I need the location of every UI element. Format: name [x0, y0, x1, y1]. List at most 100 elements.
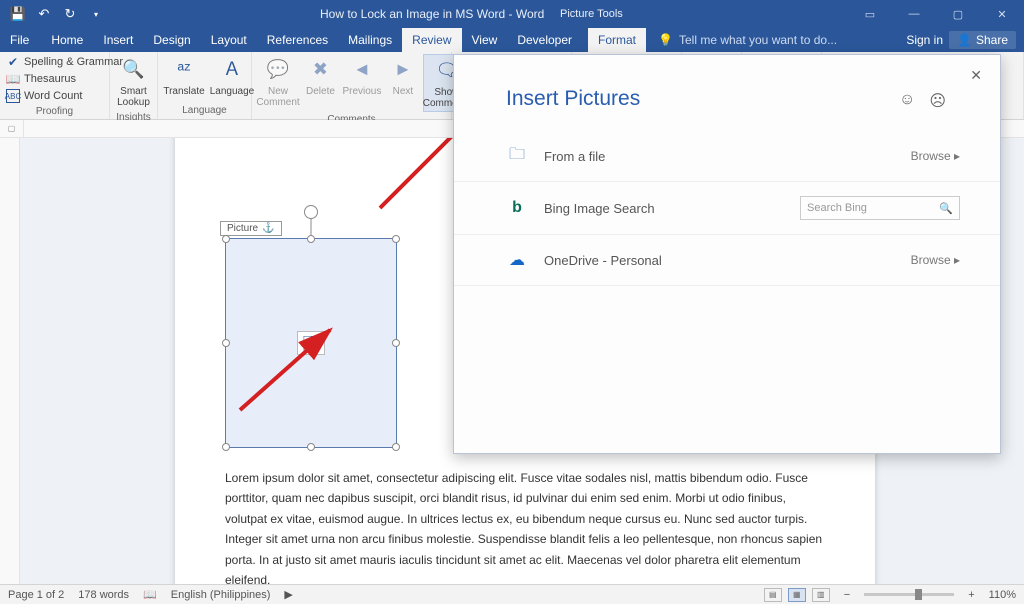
resize-handle-se[interactable]	[392, 443, 400, 451]
thesaurus-button[interactable]: 📖 Thesaurus	[4, 71, 125, 87]
resize-handle-e[interactable]	[392, 339, 400, 347]
picture-icon: 🖼	[297, 331, 325, 355]
tab-review[interactable]: Review	[402, 28, 461, 52]
picture-tag[interactable]: Picture⚓	[220, 221, 282, 236]
panel-row-from-file[interactable]: 🗀 From a file Browse ▸	[454, 131, 1000, 182]
panel-feedback-icons: ☺ ☹	[899, 91, 946, 111]
prev-icon: ◄	[348, 56, 376, 84]
smile-icon[interactable]: ☺	[899, 91, 915, 111]
resize-handle-ne[interactable]	[392, 235, 400, 243]
status-macro-icon[interactable]: ▶	[284, 588, 292, 601]
spelling-grammar-button[interactable]: ✔Spelling & Grammar	[4, 54, 125, 70]
panel-close-button[interactable]: ✕	[970, 67, 982, 84]
count-icon: ABC	[6, 89, 20, 103]
ruler-corner: ▢	[0, 120, 24, 137]
zoom-out-button[interactable]: −	[844, 589, 850, 601]
tab-home[interactable]: Home	[41, 28, 93, 52]
onedrive-label: OneDrive - Personal	[544, 253, 662, 268]
resize-handle-n[interactable]	[307, 235, 315, 243]
word-count-button[interactable]: ABCWord Count	[4, 88, 125, 104]
next-icon: ►	[389, 56, 417, 84]
tell-me-search[interactable]: 💡 Tell me what you want to do...	[658, 28, 837, 52]
close-button[interactable]: ✕	[980, 0, 1024, 28]
status-proofing-icon[interactable]: 📖	[143, 588, 157, 601]
smart-lookup-button[interactable]: 🔍Smart Lookup	[114, 54, 153, 110]
next-comment-button[interactable]: ►Next	[387, 54, 419, 99]
search-icon: 🔍	[939, 202, 953, 215]
translate-button[interactable]: ᵃᶻ Translate	[162, 54, 206, 99]
panel-row-onedrive[interactable]: ☁ OneDrive - Personal Browse ▸	[454, 235, 1000, 286]
picture-placeholder[interactable]: Picture⚓ 🖼	[225, 238, 397, 448]
tab-view[interactable]: View	[462, 28, 508, 52]
zoom-thumb[interactable]	[915, 589, 922, 600]
lightbulb-icon: 💡	[658, 33, 673, 47]
resize-handle-s[interactable]	[307, 443, 315, 451]
ribbon-display-options[interactable]: ▭	[848, 0, 892, 28]
ribbon-tabs: File Home Insert Design Layout Reference…	[0, 28, 1024, 52]
quick-access-toolbar: 💾 ↶ ↻ ▾	[0, 3, 114, 25]
maximize-button[interactable]: ▢	[936, 0, 980, 28]
zoom-slider[interactable]	[864, 593, 954, 596]
tab-file[interactable]: File	[0, 28, 39, 52]
view-web-layout[interactable]: ▥	[812, 588, 830, 602]
bing-search-placeholder: Search Bing	[807, 202, 867, 214]
delete-comment-button[interactable]: ✖Delete	[304, 54, 337, 99]
insert-pictures-panel: ✕ ☺ ☹ Insert Pictures 🗀 From a file Brow…	[453, 54, 1001, 454]
from-file-browse[interactable]: Browse ▸	[911, 149, 960, 163]
resize-handle-w[interactable]	[222, 339, 230, 347]
repeat-button[interactable]: ↻	[58, 3, 82, 25]
window-controls: ▭ — ▢ ✕	[848, 0, 1024, 28]
share-button[interactable]: 👤 Share	[949, 31, 1016, 49]
frown-icon[interactable]: ☹	[929, 91, 946, 111]
thesaurus-label: Thesaurus	[24, 73, 76, 85]
file-icon: 🗀	[506, 145, 528, 167]
onedrive-icon: ☁	[506, 249, 528, 271]
tab-format[interactable]: Format	[588, 28, 646, 52]
view-buttons: ▤ ▦ ▥	[764, 588, 830, 602]
tab-mailings[interactable]: Mailings	[338, 28, 402, 52]
vertical-ruler[interactable]	[0, 138, 20, 584]
rotate-handle[interactable]	[304, 205, 318, 219]
view-read-mode[interactable]: ▤	[764, 588, 782, 602]
bing-label: Bing Image Search	[544, 201, 655, 216]
body-text[interactable]: Lorem ipsum dolor sit amet, consectetur …	[225, 468, 825, 584]
tab-design[interactable]: Design	[143, 28, 200, 52]
status-language[interactable]: English (Philippines)	[171, 589, 271, 601]
delete-label: Delete	[306, 86, 335, 97]
translate-label: Translate	[163, 86, 204, 97]
tab-layout[interactable]: Layout	[201, 28, 257, 52]
status-words[interactable]: 178 words	[78, 589, 129, 601]
onedrive-browse[interactable]: Browse ▸	[911, 253, 960, 267]
tab-developer[interactable]: Developer	[507, 28, 582, 52]
tab-references[interactable]: References	[257, 28, 338, 52]
language-label: Language	[210, 86, 255, 97]
zoom-in-button[interactable]: +	[968, 589, 974, 601]
qat-customize[interactable]: ▾	[84, 3, 108, 25]
zoom-level[interactable]: 110%	[989, 589, 1016, 601]
panel-row-bing[interactable]: b Bing Image Search Search Bing 🔍	[454, 182, 1000, 235]
context-tab-group: Picture Tools	[560, 0, 623, 28]
group-language: Language	[158, 105, 251, 119]
view-print-layout[interactable]: ▦	[788, 588, 806, 602]
tab-insert[interactable]: Insert	[93, 28, 143, 52]
group-proofing: Proofing	[0, 106, 109, 119]
signin-link[interactable]: Sign in	[906, 33, 943, 47]
share-icon: 👤	[957, 33, 972, 47]
undo-button[interactable]: ↶	[32, 3, 56, 25]
status-page[interactable]: Page 1 of 2	[8, 589, 64, 601]
language-button[interactable]: ＡLanguage	[210, 54, 254, 99]
statusbar: Page 1 of 2 178 words 📖 English (Philipp…	[0, 584, 1024, 604]
book-icon: 📖	[6, 72, 20, 86]
minimize-button[interactable]: —	[892, 0, 936, 28]
previous-comment-button[interactable]: ◄ Previous	[341, 54, 383, 99]
window-title: How to Lock an Image in MS Word - Word	[320, 7, 544, 21]
resize-handle-sw[interactable]	[222, 443, 230, 451]
translate-icon: ᵃᶻ	[170, 56, 198, 84]
search-icon: 🔍	[120, 56, 148, 84]
titlebar: 💾 ↶ ↻ ▾ How to Lock an Image in MS Word …	[0, 0, 1024, 28]
new-comment-button[interactable]: 💬New Comment	[256, 54, 300, 110]
save-button[interactable]: 💾	[6, 3, 30, 25]
resize-handle-nw[interactable]	[222, 235, 230, 243]
bing-search-input[interactable]: Search Bing 🔍	[800, 196, 960, 220]
prev-label: Previous	[342, 86, 381, 97]
